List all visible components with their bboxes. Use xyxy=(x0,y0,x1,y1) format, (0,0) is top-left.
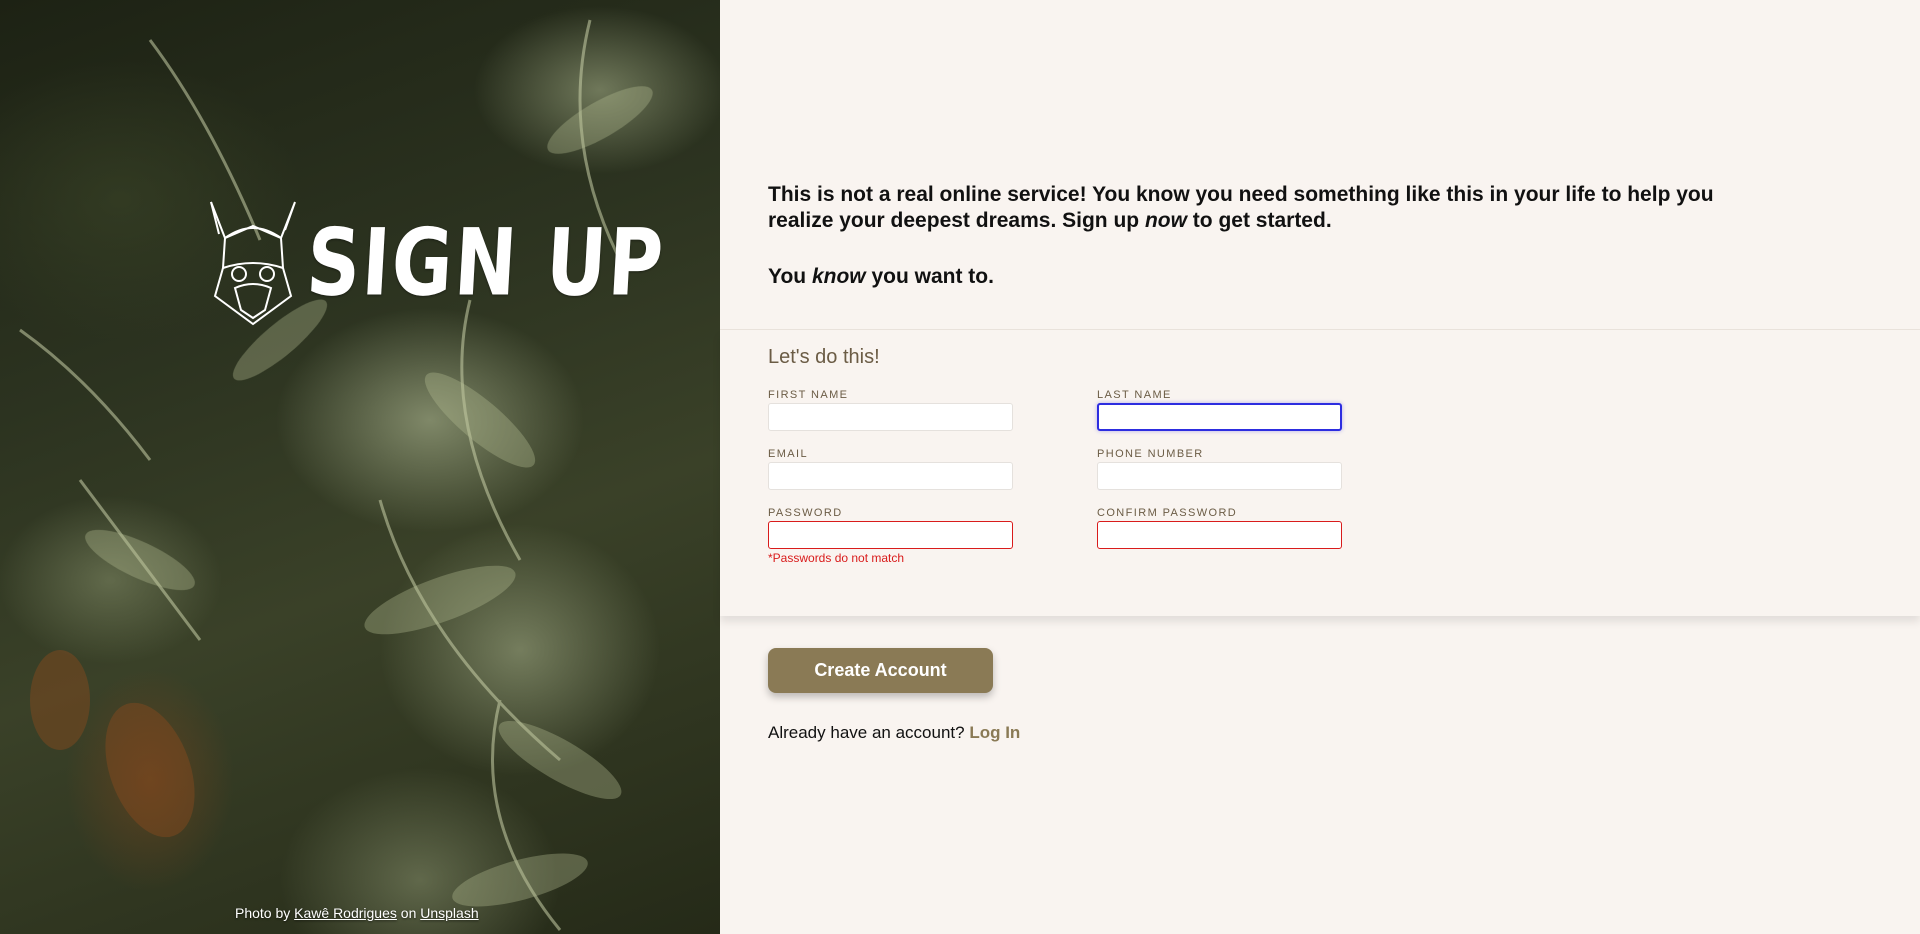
login-prompt: Already have an account? Log In xyxy=(768,723,1021,742)
main-content: This is not a real online service! You k… xyxy=(720,0,1920,934)
logo-text: SIGN UP xyxy=(303,209,668,317)
last-name-label: LAST NAME xyxy=(1097,389,1172,401)
intro-text: This is not a real online service! You k… xyxy=(768,183,1714,232)
intro-section: This is not a real online service! You k… xyxy=(720,0,1920,330)
photo-credit: Photo by Kawê Rodrigues on Unsplash xyxy=(235,905,479,921)
password-field: PASSWORD *Passwords do not match xyxy=(768,507,1013,566)
signup-form: Let's do this! FIRST NAME LAST NAME EMAI… xyxy=(720,330,1920,616)
create-account-button[interactable]: Create Account xyxy=(768,648,993,693)
confirm-password-input[interactable] xyxy=(1097,521,1342,549)
phone-input[interactable] xyxy=(1097,462,1342,490)
form-heading: Let's do this! xyxy=(768,346,880,368)
intro-tagline: You know you want to. xyxy=(768,265,994,288)
form-actions: Create Account Already have an account? … xyxy=(720,616,1920,743)
first-name-input[interactable] xyxy=(768,403,1013,431)
last-name-input[interactable] xyxy=(1097,403,1342,431)
confirm-password-label: CONFIRM PASSWORD xyxy=(1097,507,1238,519)
phone-label: PHONE NUMBER xyxy=(1097,448,1204,460)
photographer-link[interactable]: Kawê Rodrigues xyxy=(294,905,397,921)
first-name-field: FIRST NAME xyxy=(768,389,1013,448)
page: SIGN UP Photo by Kawê Rodrigues on Unspl… xyxy=(0,0,1920,934)
unsplash-link[interactable]: Unsplash xyxy=(420,905,478,921)
email-input[interactable] xyxy=(768,462,1013,490)
hero-image: SIGN UP Photo by Kawê Rodrigues on Unspl… xyxy=(0,0,720,934)
first-name-label: FIRST NAME xyxy=(768,389,849,401)
last-name-field: LAST NAME xyxy=(1097,389,1342,448)
password-error: *Passwords do not match xyxy=(768,551,905,565)
viking-helmet-icon xyxy=(210,201,296,326)
confirm-password-field: CONFIRM PASSWORD xyxy=(1097,507,1342,566)
phone-field: PHONE NUMBER xyxy=(1097,448,1342,507)
logo: SIGN UP xyxy=(205,198,668,328)
login-link[interactable]: Log In xyxy=(969,723,1020,742)
fern-background-icon xyxy=(19,19,653,931)
password-input[interactable] xyxy=(768,521,1013,549)
password-label: PASSWORD xyxy=(768,507,843,519)
email-label: EMAIL xyxy=(768,448,809,460)
email-field: EMAIL xyxy=(768,448,1013,507)
